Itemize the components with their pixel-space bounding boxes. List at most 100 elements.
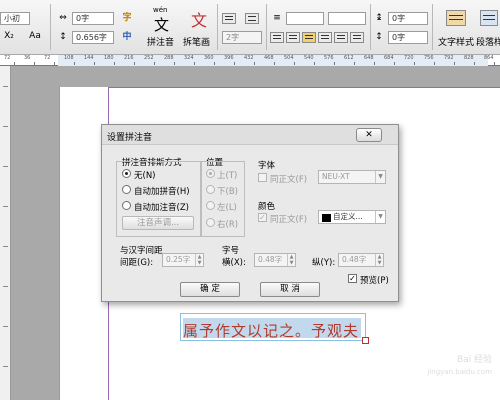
font-color-icon[interactable]: 字 bbox=[120, 12, 134, 25]
radio-top[interactable] bbox=[206, 169, 215, 178]
color-same-checkbox[interactable]: ✓ bbox=[258, 213, 267, 222]
color-same-label[interactable]: 同正文(F) bbox=[270, 213, 307, 225]
radio-left-label[interactable]: 左(L) bbox=[217, 201, 237, 213]
size-vertical-label: 纵(Y): bbox=[312, 258, 336, 268]
align-right-icon[interactable] bbox=[318, 32, 332, 43]
ruler-label: 108 bbox=[64, 55, 74, 61]
font-same-label[interactable]: 同正文(F) bbox=[270, 173, 307, 185]
ok-button[interactable]: 确 定 bbox=[180, 282, 240, 297]
first-line-indent-input[interactable]: 2字 bbox=[222, 31, 262, 44]
pinyin-icon[interactable]: 文 bbox=[154, 14, 169, 35]
outdent-icon[interactable] bbox=[245, 13, 259, 24]
align-center-icon[interactable] bbox=[286, 32, 300, 43]
radio-auto-zhuyin-label[interactable]: 自动加注音(Z) bbox=[134, 201, 189, 213]
ruler-label: 864 bbox=[484, 55, 494, 61]
preview-checkbox[interactable]: ✓ bbox=[348, 274, 357, 283]
ruler-label: 792 bbox=[444, 55, 454, 61]
size-horizontal-value: 0.48字 bbox=[258, 255, 283, 264]
close-button[interactable]: ✕ bbox=[356, 128, 382, 142]
char-spacing-icon: ⇔ bbox=[59, 13, 67, 23]
ruler-tick bbox=[114, 62, 115, 65]
size-vertical-input[interactable]: 0.48字 ▲ ▼ bbox=[338, 253, 384, 267]
toolbar: 小初 X₂ Aa ⇔ 0字 ↕ 0.656字 字 中 wén 文 拼注音 文 拆… bbox=[0, 0, 500, 55]
radio-right-label[interactable]: 右(R) bbox=[217, 218, 238, 230]
ruler-label: 288 bbox=[164, 55, 174, 61]
chaibihua-icon[interactable]: 文 bbox=[191, 7, 207, 31]
color-select[interactable]: 自定义... ▼ bbox=[318, 210, 386, 224]
char-spacing-input[interactable]: 0字 bbox=[72, 12, 114, 25]
text-style-icon[interactable] bbox=[446, 10, 466, 26]
text-frame[interactable]: 属予作文以记之。予观夫 bbox=[180, 313, 369, 344]
ruler-tick bbox=[434, 62, 435, 65]
size-horizontal-input[interactable]: 0.48字 ▲ ▼ bbox=[254, 253, 296, 267]
dialog-titlebar[interactable]: 设置拼注音 ✕ bbox=[102, 125, 398, 145]
radio-left[interactable] bbox=[206, 201, 215, 210]
chaibihua-button-label[interactable]: 拆笔画 bbox=[183, 35, 210, 48]
ruler-tick bbox=[394, 62, 395, 65]
ruler-tick bbox=[94, 62, 95, 65]
radio-none[interactable] bbox=[122, 169, 131, 178]
chevron-down-icon: ▼ bbox=[375, 171, 385, 183]
align-vertical-icon[interactable] bbox=[350, 32, 364, 43]
radio-auto-pinyin[interactable] bbox=[122, 185, 131, 194]
spacing-input[interactable]: 0.25字 ▲ ▼ bbox=[162, 253, 204, 267]
font-size-box[interactable]: 小初 bbox=[0, 12, 30, 25]
line-spacing-input[interactable]: 0字 bbox=[388, 12, 428, 25]
size-horizontal-label: 横(X): bbox=[222, 258, 246, 268]
note-tone-button[interactable]: 注音声调... bbox=[122, 216, 194, 230]
ruler-label: 468 bbox=[264, 55, 274, 61]
para-style-icon[interactable] bbox=[480, 10, 498, 26]
spacing-input-value: 0.25字 bbox=[166, 255, 191, 264]
ruler-label: 360 bbox=[204, 55, 214, 61]
font-select[interactable]: NEU-XT ▼ bbox=[318, 170, 386, 184]
color-select-value: 自定义... bbox=[333, 212, 363, 221]
ruler-tick bbox=[174, 62, 175, 65]
ruler-tick bbox=[74, 62, 75, 65]
document-text[interactable]: 属予作文以记之。予观夫 bbox=[183, 320, 359, 341]
ruler-tick bbox=[454, 62, 455, 65]
size-title: 字号 bbox=[222, 246, 240, 256]
font-select-value: NEU-XT bbox=[322, 172, 350, 181]
subscript-button[interactable]: X₂ bbox=[0, 30, 18, 43]
radio-top-label[interactable]: 上(T) bbox=[217, 169, 237, 181]
ruler-label: 828 bbox=[464, 55, 474, 61]
align-distribute-icon[interactable] bbox=[334, 32, 348, 43]
ruler-tick bbox=[134, 62, 135, 65]
para-style-label[interactable]: 段落样 bbox=[476, 35, 500, 48]
ruler-label: 180 bbox=[104, 55, 114, 61]
font-title: 字体 bbox=[258, 161, 276, 171]
pinyin-dialog: 设置拼注音 ✕ 拼注音排斯方式 无(N) 自动加拼音(H) 自动加注音(Z) 注… bbox=[101, 124, 399, 302]
align-left-icon[interactable] bbox=[270, 32, 284, 43]
ruler-tick bbox=[354, 62, 355, 65]
zhong-icon[interactable]: 中 bbox=[120, 31, 134, 44]
watermark-url: jingyan.baidu.com bbox=[427, 368, 492, 376]
ruler-tick bbox=[14, 62, 15, 65]
line-spacing2-icon: ↕ bbox=[375, 32, 383, 42]
page-top-margin-line bbox=[108, 87, 500, 88]
indent-icon[interactable] bbox=[222, 13, 236, 24]
radio-bottom-label[interactable]: 下(B) bbox=[217, 185, 238, 197]
ruler-tick bbox=[194, 62, 195, 65]
align-justify-icon[interactable] bbox=[302, 32, 316, 43]
radio-bottom[interactable] bbox=[206, 185, 215, 194]
ruler-tick bbox=[494, 62, 495, 65]
radio-auto-pinyin-label[interactable]: 自动加拼音(H) bbox=[134, 185, 190, 197]
radio-right[interactable] bbox=[206, 218, 215, 227]
line-spacing2-input[interactable]: 0字 bbox=[388, 31, 428, 44]
radio-none-label[interactable]: 无(N) bbox=[134, 169, 156, 181]
ruler-tick bbox=[34, 62, 35, 65]
preview-label[interactable]: 预览(P) bbox=[360, 274, 389, 286]
font-same-checkbox[interactable] bbox=[258, 173, 267, 182]
text-style-label[interactable]: 文字样式 bbox=[438, 35, 474, 48]
char-scale-input[interactable]: 0.656字 bbox=[72, 31, 114, 44]
ruler-label: 36 bbox=[24, 55, 31, 61]
font-case-button[interactable]: Aa bbox=[24, 30, 46, 43]
para-before-input[interactable] bbox=[286, 12, 324, 25]
resize-handle[interactable] bbox=[362, 337, 369, 344]
para-after-input[interactable] bbox=[328, 12, 366, 25]
char-scale-icon: ↕ bbox=[59, 32, 67, 42]
cancel-button[interactable]: 取 消 bbox=[260, 282, 320, 297]
radio-auto-zhuyin[interactable] bbox=[122, 201, 131, 210]
ruler-label: 756 bbox=[424, 55, 434, 61]
pinyin-button-label[interactable]: 拼注音 bbox=[147, 35, 174, 48]
